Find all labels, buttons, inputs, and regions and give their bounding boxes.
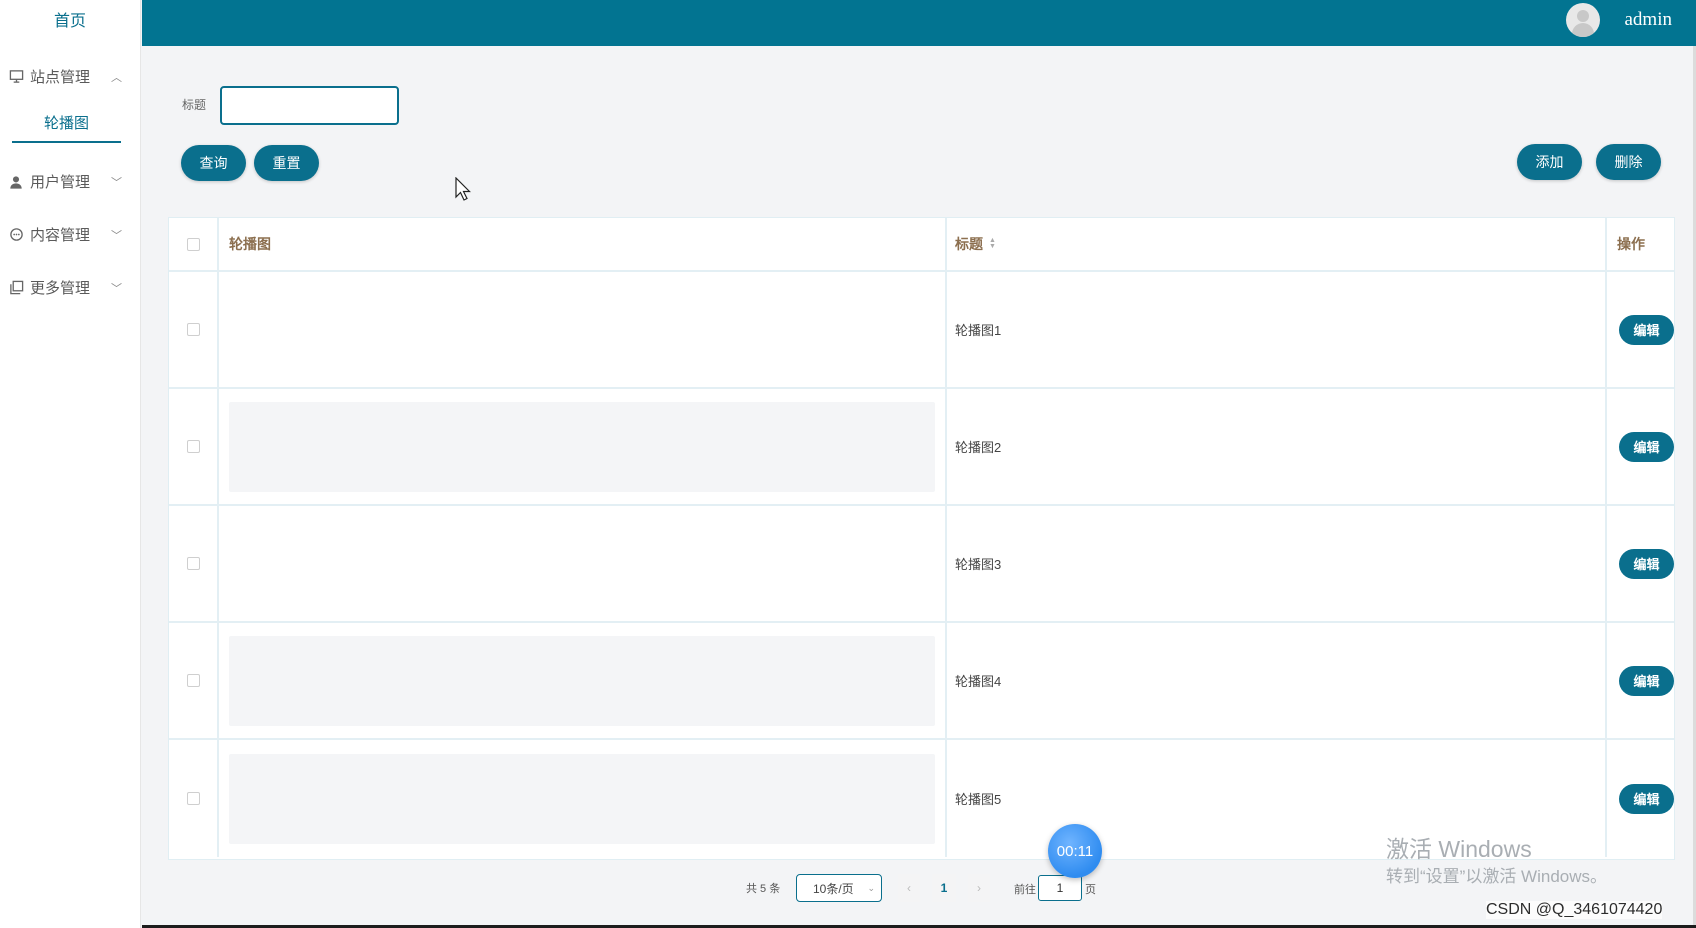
windows-activation-title: 激活 Windows [1386,836,1532,862]
chevron-down-icon: ﹀ [111,282,122,295]
monitor-icon [8,69,24,85]
sidebar-item-content-management[interactable]: 内容管理 ﹀ [0,208,140,261]
chevron-down-icon: ﹀ [111,229,122,242]
carousel-image [229,753,935,844]
table-row: 轮播图3 编辑 [169,506,1674,623]
query-button[interactable]: 查询 [181,145,246,181]
chat-icon [8,227,24,243]
table-row: 轮播图2 编辑 [169,389,1674,506]
carousel-image [229,401,935,492]
select-all-checkbox[interactable] [186,237,200,251]
table-header: 轮播图 标题 ▲ ▼ 操作 [169,218,1674,272]
search-title-input[interactable] [220,86,399,125]
avatar[interactable] [1566,3,1600,37]
sidebar-home[interactable]: 首页 [0,0,140,38]
delete-button[interactable]: 删除 [1596,144,1661,180]
page-size-select[interactable]: 10条/页 ⌄ [796,874,882,902]
carousel-image [229,285,935,375]
sidebar-item-label: 站点管理 [30,69,91,86]
mouse-cursor-icon [455,177,471,201]
sidebar-item-user-management[interactable]: 用户管理 ﹀ [0,155,140,208]
edit-button[interactable]: 编辑 [1619,548,1674,579]
sidebar-item-label: 用户管理 [30,174,91,191]
row-title: 轮播图4 [947,623,1607,738]
sidebar: 首页 站点管理 ︿ 轮播图 用户管理 ﹀ 内容管理 ﹀ 更多管理 ﹀ [0,0,141,928]
table-row: 轮播图1 编辑 [169,272,1674,389]
chevron-up-icon: ︿ [111,71,122,84]
row-checkbox[interactable] [186,557,200,570]
carousel-image [229,635,935,726]
column-header-title[interactable]: 标题 ▲ ▼ [947,218,1607,270]
page-number-button[interactable]: 1 [932,874,956,902]
top-bar: admin [142,0,1696,46]
csdn-watermark: CSDN @Q_3461074420 [1486,901,1663,919]
sidebar-item-label: 更多管理 [30,280,91,297]
edit-button[interactable]: 编辑 [1619,431,1674,462]
column-header-image: 轮播图 [219,218,947,270]
row-title: 轮播图2 [947,389,1607,504]
recording-timer[interactable]: 00:11 [1048,824,1102,878]
username[interactable]: admin [1625,9,1673,31]
edit-button[interactable]: 编辑 [1619,783,1674,814]
windows-activation-subtitle: 转到“设置”以激活 Windows。 [1386,867,1608,886]
column-header-actions: 操作 [1617,236,1645,252]
edit-button[interactable]: 编辑 [1619,665,1674,696]
page-unit-label: 页 [1085,884,1096,896]
sidebar-item-carousel[interactable]: 轮播图 [12,103,121,143]
reset-button[interactable]: 重置 [254,145,319,181]
row-title: 轮播图1 [947,272,1607,387]
sidebar-item-more-management[interactable]: 更多管理 ﹀ [0,261,140,314]
search-title-label: 标题 [182,98,207,112]
sort-icon[interactable]: ▲ ▼ [989,237,996,250]
user-icon [8,174,24,190]
prev-page-button[interactable]: ‹ [898,874,920,902]
page-jump-input[interactable] [1038,875,1082,901]
carousel-image [229,519,935,609]
pagination-total: 共 5 条 [746,883,781,895]
add-button[interactable]: 添加 [1517,144,1582,180]
row-checkbox[interactable] [186,440,200,453]
edit-button[interactable]: 编辑 [1619,314,1674,345]
sidebar-item-site-management[interactable]: 站点管理 ︿ [0,50,140,103]
chevron-down-icon: ﹀ [111,176,122,189]
row-checkbox[interactable] [186,792,200,805]
chevron-down-icon: ⌄ [867,883,875,893]
row-title: 轮播图3 [947,506,1607,621]
row-checkbox[interactable] [186,323,200,336]
copy-icon [8,280,24,296]
table-row: 轮播图4 编辑 [169,623,1674,740]
carousel-table: 轮播图 标题 ▲ ▼ 操作 轮播图1 编辑 轮播图2 编辑 轮播图3 编辑 轮播图… [168,217,1675,860]
row-checkbox[interactable] [186,674,200,687]
next-page-button[interactable]: › [968,874,990,902]
sidebar-item-label: 内容管理 [30,227,91,244]
goto-label: 前往 [1014,884,1036,896]
